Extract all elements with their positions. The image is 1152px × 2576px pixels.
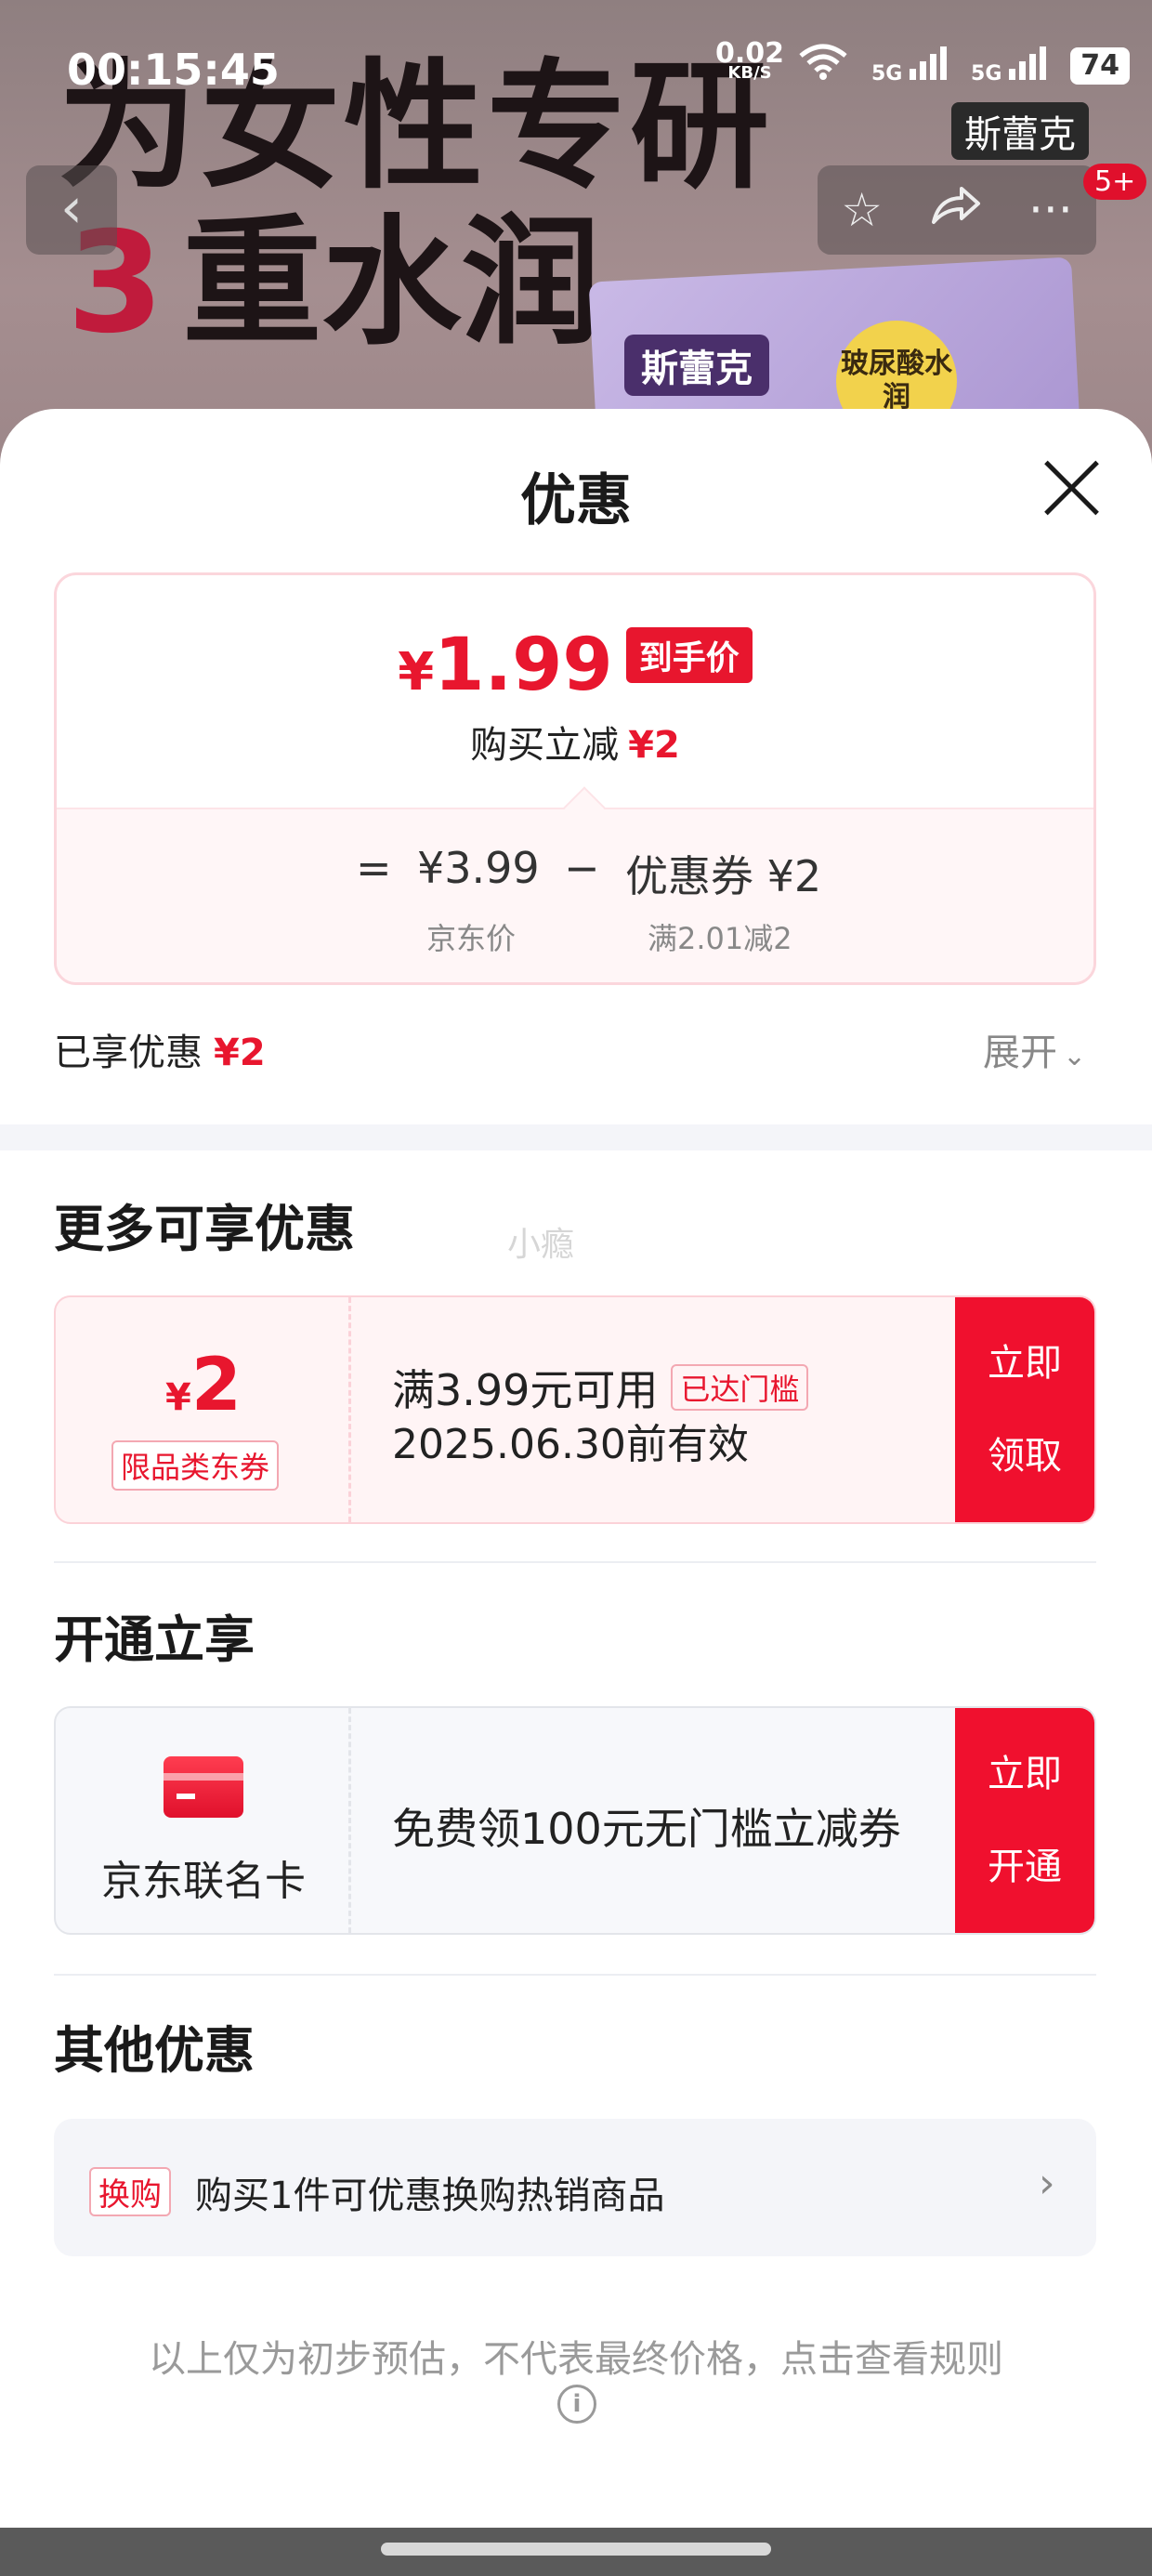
final-price-section: ¥1.99 到手价 购买立减 ¥2 [57,575,1093,808]
expand-button[interactable]: 展开 ⌄ [983,1022,1086,1076]
discount-summary: 购买立减 ¥2 [57,715,1093,769]
banner-headline-text: 重水润 [182,203,601,364]
open-card-button[interactable]: 立即 开通 [955,1708,1094,1933]
section-divider [0,1124,1152,1150]
chevron-right-icon: › [1039,2160,1055,2207]
trade-in-tag: 换购 [89,2167,171,2216]
final-price-value: 1.99 [434,624,613,707]
jd-coupon-card: ¥2 限品类东券 满3.99元可用 已达门槛 2025.06.30前有效 立即领取 [54,1295,1096,1524]
product-box-brand: 斯蕾克 [624,335,769,396]
more-icon[interactable]: ··· [1028,183,1073,237]
coupon-condition: 满3.99元可用 已达门槛 [392,1357,809,1418]
trade-in-text: 购买1件可优惠换购热销商品 [195,2175,665,2217]
notification-badge: 5+ [1083,164,1147,200]
coupon-rule-label: 满2.01减2 [648,921,792,956]
info-icon[interactable]: i [557,2385,596,2424]
open-enjoy-title: 开通立享 [54,1610,255,1669]
coupon-type-tag: 限品类东券 [111,1440,280,1491]
coupon-value: 2 [190,1344,242,1427]
top-action-group: ☆ ··· [818,165,1096,255]
more-offers-title: 更多可享优惠 [54,1200,355,1258]
threshold-reached-tag: 已达门槛 [671,1364,809,1411]
coupon-validity: 2025.06.30前有效 [392,1421,749,1468]
minus-sign: − [564,843,600,893]
sheet-title: 优惠 [520,468,632,533]
banner-headline-line2: 3 重水润 [67,214,600,353]
card-offer-text: 免费领100元无门槛立减券 [392,1804,901,1854]
open-line2: 开通 [988,1846,1062,1888]
network-speed: 0.02 KB/S [715,40,784,82]
final-price-tag: 到手价 [625,627,753,683]
price-formula: = ¥3.99 − 优惠券 ¥2 京东价 满2.01减2 [57,786,1093,982]
enjoyed-label: 已享优惠 [54,1032,203,1074]
status-icons: 5G 5G 74 [799,43,1131,89]
coupon-deduction: 优惠券 ¥2 [625,851,822,901]
credit-card-icon [164,1756,243,1818]
divider-line [54,1974,1096,1976]
battery-icon: 74 [1070,47,1131,85]
favorite-star-icon[interactable]: ☆ [841,183,883,237]
jd-price: ¥3.99 [417,843,540,893]
wifi-icon [799,43,847,89]
coupon-condition-text: 满3.99元可用 [392,1365,659,1415]
coupon-currency: ¥ [164,1376,191,1419]
coupon-amount: ¥2 [56,1344,351,1427]
claim-coupon-button[interactable]: 立即 领取 [955,1297,1094,1522]
status-time: 00:15:45 [67,45,280,95]
card-name: 京东联名卡 [101,1858,306,1905]
discount-label: 购买立减 [470,724,620,767]
status-bar: 00:15:45 0.02 KB/S 5G 5G 74 [0,0,1152,121]
card-section: 京东联名卡 [56,1708,351,1933]
trade-in-offer-row[interactable]: 换购 购买1件可优惠换购热销商品 › [54,2119,1096,2256]
home-indicator[interactable] [381,2543,771,2556]
offers-sheet: 优惠 ¥1.99 到手价 购买立减 ¥2 = ¥3.99 − 优惠券 ¥2 京东价 … [0,409,1152,2528]
discount-amount: ¥2 [628,724,680,767]
final-price: ¥1.99 到手价 [57,624,1093,707]
claim-line2: 领取 [988,1435,1062,1478]
co-branded-card-offer: 京东联名卡 免费领100元无门槛立减券 立即开通 [54,1706,1096,1935]
disclaimer-link[interactable]: 以上仅为初步预估，不代表最终价格，点击查看规则 [0,2329,1152,2383]
other-offers-title: 其他优惠 [54,2021,255,2080]
divider-line [54,1561,1096,1563]
share-icon[interactable] [930,183,982,237]
coupon-amount-section: ¥2 限品类东券 [56,1297,351,1522]
claim-line1: 立即 [988,1342,1062,1385]
jd-price-label: 京东价 [426,921,517,956]
enjoyed-amount: ¥2 [214,1032,266,1074]
enjoyed-discount: 已享优惠 ¥2 [54,1022,266,1076]
equals-sign: = [356,843,392,893]
expand-label: 展开 [983,1032,1057,1074]
signal-icon-2: 5G [971,46,1047,85]
open-line1: 立即 [988,1753,1062,1795]
signal-icon-1: 5G [871,46,948,85]
watermark: 小瘾 [507,1226,575,1264]
chevron-left-icon: ‹ [60,176,83,241]
price-breakdown-card: ¥1.99 到手价 购买立减 ¥2 = ¥3.99 − 优惠券 ¥2 京东价 满2.… [54,572,1096,985]
chevron-down-icon: ⌄ [1063,1040,1087,1072]
close-icon[interactable] [1039,455,1104,520]
currency-symbol: ¥ [398,642,435,703]
back-button[interactable]: ‹ [26,165,117,255]
